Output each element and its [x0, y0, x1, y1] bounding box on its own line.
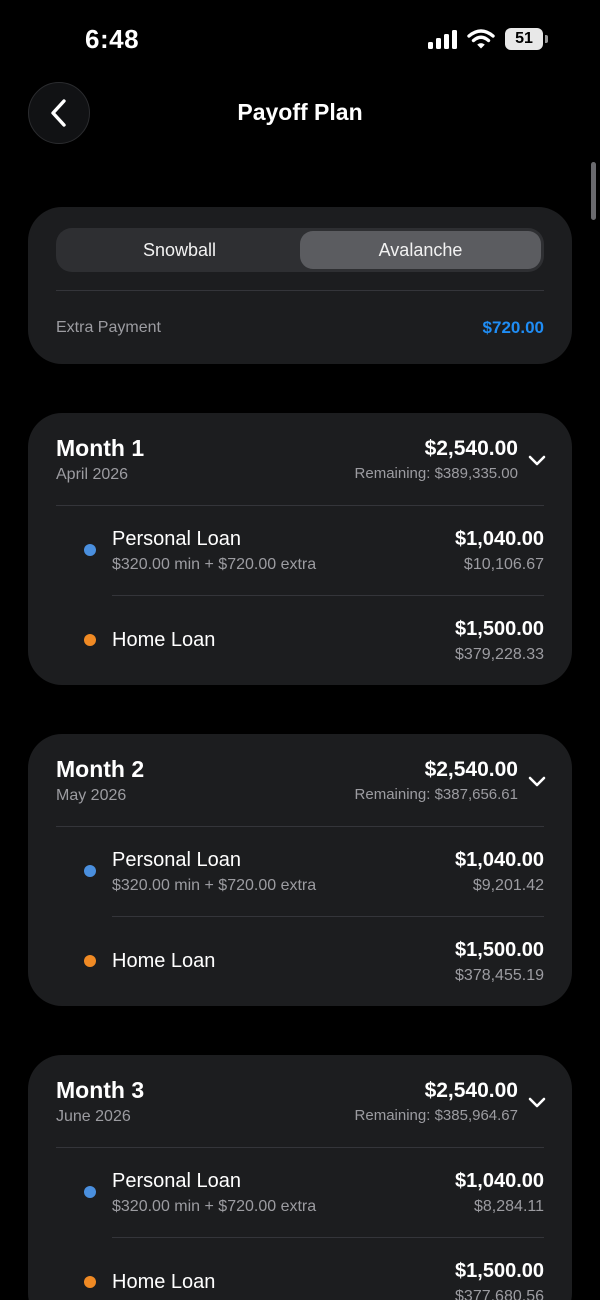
loan-name: Personal Loan: [112, 849, 241, 871]
loan-name: Personal Loan: [112, 528, 241, 550]
cellular-signal-icon: [428, 29, 457, 49]
loan-detail: $320.00 min + $720.00 extra: [112, 556, 317, 573]
month-date: May 2026: [56, 787, 127, 804]
wifi-icon: [467, 29, 495, 49]
month-title: Month 1: [56, 435, 145, 461]
loan-amount: $1,040.00: [455, 849, 544, 871]
personal-loan-dot-icon: [84, 544, 96, 556]
loan-balance: $8,284.11: [474, 1198, 544, 1215]
chevron-down-icon[interactable]: [526, 771, 548, 793]
loan-balance: $9,201.42: [472, 877, 544, 894]
home-loan-dot-icon: [84, 955, 96, 967]
loan-amount: $1,040.00: [455, 528, 544, 550]
loan-balance: $378,455.19: [455, 967, 544, 984]
status-time: 6:48: [85, 24, 140, 54]
chevron-down-icon[interactable]: [526, 450, 548, 472]
month-total: $2,540.00: [424, 437, 518, 460]
scrollbar[interactable]: [591, 162, 596, 220]
loan-amount: $1,500.00: [455, 1260, 544, 1282]
extra-payment-value[interactable]: $720.00: [483, 318, 544, 338]
month-total: $2,540.00: [424, 1079, 518, 1102]
loan-detail: $320.00 min + $720.00 extra: [112, 877, 317, 894]
loan-amount: $1,500.00: [455, 618, 544, 640]
month-card[interactable]: Month 3 June 2026 $2,540.00 Remaining: $…: [28, 1055, 572, 1300]
divider: [56, 1147, 544, 1148]
status-icons: 51: [428, 28, 548, 50]
month-title: Month 2: [56, 756, 145, 782]
divider: [56, 505, 544, 506]
divider: [56, 826, 544, 827]
loan-name: Home Loan: [112, 629, 216, 651]
month-remaining: Remaining: $385,964.67: [354, 1107, 518, 1124]
month-title: Month 3: [56, 1077, 145, 1103]
screen: 6:48 51 Payoff Plan Snowball Avalanche E…: [0, 0, 600, 1300]
loan-balance: $10,106.67: [463, 556, 544, 573]
month-remaining: Remaining: $389,335.00: [354, 465, 518, 482]
loan-amount: $1,500.00: [455, 939, 544, 961]
month-date: April 2026: [56, 466, 129, 483]
page-title: Payoff Plan: [237, 99, 363, 125]
loan-name: Personal Loan: [112, 1170, 241, 1192]
extra-payment-label: Extra Payment: [56, 319, 161, 336]
home-loan-dot-icon: [84, 634, 96, 646]
battery-level: 51: [505, 28, 543, 50]
loan-detail: $320.00 min + $720.00 extra: [112, 1198, 317, 1215]
divider: [112, 595, 544, 596]
month-card[interactable]: Month 2 May 2026 $2,540.00 Remaining: $3…: [28, 734, 572, 1006]
month-card[interactable]: Month 1 April 2026 $2,540.00 Remaining: …: [28, 413, 572, 685]
loan-balance: $379,228.33: [455, 646, 544, 663]
home-loan-dot-icon: [84, 1276, 96, 1288]
month-remaining: Remaining: $387,656.61: [354, 786, 518, 803]
chevron-down-icon[interactable]: [526, 1092, 548, 1114]
strategy-segmented-control: Snowball Avalanche: [56, 228, 544, 272]
strategy-option-snowball[interactable]: Snowball: [59, 231, 300, 269]
loan-name: Home Loan: [112, 950, 216, 972]
loan-amount: $1,040.00: [455, 1170, 544, 1192]
divider: [56, 290, 544, 291]
strategy-card: Snowball Avalanche Extra Payment $720.00: [28, 207, 572, 364]
month-total: $2,540.00: [424, 758, 518, 781]
strategy-option-avalanche[interactable]: Avalanche: [300, 231, 541, 269]
month-date: June 2026: [56, 1108, 131, 1125]
divider: [112, 1237, 544, 1238]
loan-name: Home Loan: [112, 1271, 216, 1293]
status-bar: 6:48 51: [0, 0, 600, 80]
personal-loan-dot-icon: [84, 1186, 96, 1198]
loan-balance: $377,680.56: [455, 1288, 544, 1300]
personal-loan-dot-icon: [84, 865, 96, 877]
divider: [112, 916, 544, 917]
battery-icon: 51: [505, 28, 548, 50]
